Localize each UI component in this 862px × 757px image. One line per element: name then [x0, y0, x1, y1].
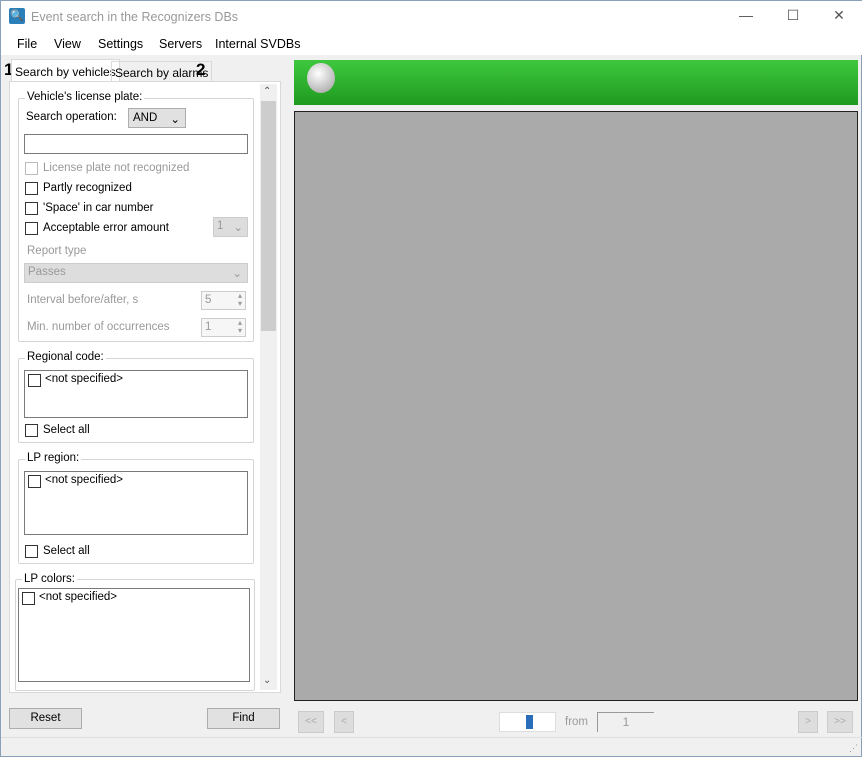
status-bar-divider [1, 737, 862, 738]
min-occurrences-value: 1 [205, 321, 212, 333]
not-recognized-label: License plate not recognized [43, 162, 190, 174]
close-button[interactable]: ✕ [829, 7, 849, 27]
space-checkbox[interactable] [25, 202, 38, 215]
report-type-select[interactable]: Passes ⌄ [24, 263, 248, 283]
window-title: Event search in the Recognizers DBs [31, 10, 239, 24]
minimize-button[interactable]: — [736, 7, 756, 27]
menu-servers[interactable]: Servers [159, 37, 202, 51]
report-type-value: Passes [28, 266, 66, 278]
database-search-icon [307, 63, 335, 93]
scroll-down-icon[interactable]: ⌄ [263, 675, 271, 686]
search-operation-select[interactable]: AND ⌄ [128, 108, 186, 128]
regional-select-all-label: Select all [43, 424, 90, 436]
reset-button[interactable]: Reset [9, 708, 82, 729]
results-banner [294, 60, 858, 105]
regional-code-label: Regional code: [25, 351, 106, 363]
regional-not-specified-checkbox[interactable] [28, 374, 41, 387]
first-page-button[interactable]: << [298, 711, 324, 733]
lp-region-label: LP region: [25, 452, 82, 464]
app-search-icon: 🔍 [9, 8, 25, 24]
chevron-down-icon: ⌄ [233, 222, 243, 234]
lp-region-select-all-label: Select all [43, 545, 90, 557]
marker-2: 2 [196, 60, 206, 79]
lp-colors-label: LP colors: [22, 573, 77, 585]
license-plate-group-label: Vehicle's license plate: [25, 91, 145, 103]
page-input[interactable] [499, 712, 556, 732]
lp-region-select-all-checkbox[interactable] [25, 545, 38, 558]
interval-value: 5 [205, 294, 212, 306]
not-recognized-checkbox[interactable] [25, 162, 38, 175]
interval-spinner[interactable]: 5 ▴ ▾ [201, 291, 246, 310]
menu-internal-svdbs[interactable]: Internal SVDBs [215, 37, 300, 51]
chevron-down-icon: ⌄ [170, 114, 180, 126]
total-pages: 1 [597, 712, 654, 732]
error-amount-select[interactable]: 1 ⌄ [213, 217, 248, 237]
scroll-up-icon[interactable]: ⌃ [263, 86, 271, 97]
lp-colors-not-specified-label: <not specified> [39, 591, 118, 603]
report-type-label: Report type [27, 245, 87, 257]
prev-page-button[interactable]: < [334, 711, 354, 733]
spinner-arrows-icon[interactable]: ▴ ▾ [238, 292, 242, 308]
spinner-arrows-icon[interactable]: ▴ ▾ [238, 319, 242, 335]
tab-search-by-vehicles[interactable]: Search by vehicles [11, 59, 120, 82]
space-label: 'Space' in car number [43, 202, 154, 214]
next-page-button[interactable]: > [798, 711, 818, 733]
lp-region-not-specified-checkbox[interactable] [28, 475, 41, 488]
menu-view[interactable]: View [54, 37, 81, 51]
min-occurrences-label: Min. number of occurrences [27, 321, 170, 333]
search-operation-label: Search operation: [26, 111, 117, 123]
menu-settings[interactable]: Settings [98, 37, 143, 51]
lp-region-not-specified-label: <not specified> [45, 474, 124, 486]
resize-grip-icon[interactable]: ⋰ [849, 743, 858, 754]
lp-colors-not-specified-checkbox[interactable] [22, 592, 35, 605]
maximize-button[interactable]: ☐ [783, 7, 803, 27]
results-area [294, 111, 858, 701]
error-amount-value: 1 [217, 220, 224, 232]
menu-file[interactable]: File [17, 37, 37, 51]
search-operation-value: AND [133, 112, 158, 124]
min-occurrences-spinner[interactable]: 1 ▴ ▾ [201, 318, 246, 337]
text-cursor [526, 715, 533, 729]
find-button[interactable]: Find [207, 708, 280, 729]
last-page-button[interactable]: >> [827, 711, 853, 733]
partly-recognized-checkbox[interactable] [25, 182, 38, 195]
regional-not-specified-label: <not specified> [45, 373, 124, 385]
error-amount-checkbox[interactable] [25, 222, 38, 235]
scrollbar-thumb[interactable] [261, 101, 276, 331]
interval-label: Interval before/after, s [27, 294, 139, 306]
chevron-down-icon: ⌄ [232, 268, 242, 280]
plate-input[interactable] [24, 134, 248, 154]
partly-recognized-label: Partly recognized [43, 182, 132, 194]
from-label: from [565, 716, 588, 728]
regional-select-all-checkbox[interactable] [25, 424, 38, 437]
error-amount-label: Acceptable error amount [43, 222, 169, 234]
